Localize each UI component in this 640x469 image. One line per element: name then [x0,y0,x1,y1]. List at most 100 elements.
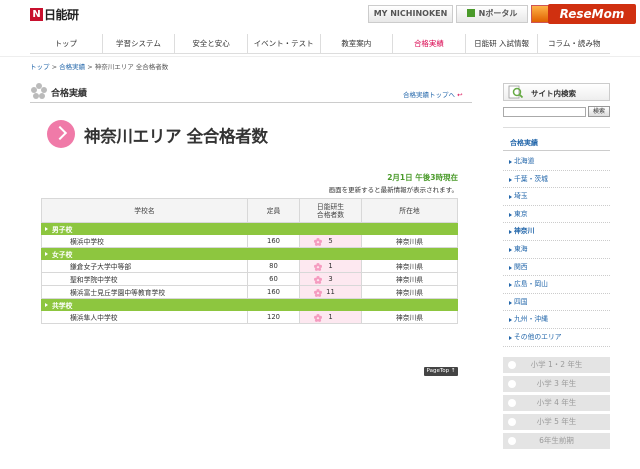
table-header-row: 学校名 定員 日能研生 合格者数 所在地 [41,198,458,223]
school-name-cell[interactable]: 聖和学院中学校 [41,272,248,286]
site-search-button[interactable]: 検索 [588,106,610,117]
grade-item-5[interactable]: 小学 5 年生 [503,414,610,430]
count-cell: 11 [299,285,362,299]
circle-icon [508,399,516,407]
count-cell: 3 [299,272,362,286]
nav-item-events-tests[interactable]: イベント・テスト [248,34,321,53]
school-name-cell[interactable]: 鎌倉女子大学中等部 [41,259,248,273]
count-value: 1 [328,262,333,270]
nav-item-top[interactable]: トップ [30,34,103,53]
n-portal-tab[interactable]: Nポータル [456,5,528,23]
results-top-link[interactable]: 合格実績トップへ ↩ [403,89,463,99]
grade-item-3[interactable]: 小学 3 年生 [503,376,610,392]
breadcrumb-parent-link[interactable]: 合格実績 [59,63,85,71]
triangle-right-icon [509,300,512,305]
area-item-saitama[interactable]: 埼玉 [503,188,610,206]
top-bar: N 日能研 MY NICHINOKEN Nポータル ReseMom [0,0,640,28]
main-nav: トップ 学習システム 安全と安心 イベント・テスト 教室案内 合格実績 日能研 … [30,34,610,54]
capacity-cell: 80 [247,259,300,273]
site-logo[interactable]: N 日能研 [30,8,79,22]
breadcrumb-separator: > [51,63,58,71]
resemom-watermark: ReseMom [548,4,636,24]
count-cell: 1 [299,259,362,273]
grade-label: 小学 1・2 年生 [530,360,583,369]
area-item-kyushu-okinawa[interactable]: 九州・沖縄 [503,311,610,329]
capacity-cell: 120 [247,310,300,324]
breadcrumb-current: 神奈川エリア 全合格者数 [94,63,169,71]
nav-item-exam-info[interactable]: 日能研 入試情報 [466,34,539,53]
col-header-count: 日能研生 合格者数 [299,198,362,223]
area-list: 北海道 千葉・茨城 埼玉 東京 神奈川 東海 関西 広島・岡山 四国 九州・沖縄… [503,153,610,347]
nav-item-classrooms[interactable]: 教室案内 [321,34,394,53]
nav-item-columns[interactable]: コラム・読み物 [538,34,610,53]
area-label: 関西 [514,262,528,271]
triangle-right-icon [509,212,512,217]
my-nichinoken-tab[interactable]: MY NICHINOKEN [368,5,453,23]
page-top-button[interactable]: PageTop ↑ [424,367,458,376]
col-header-count-line1: 日能研生 [316,202,345,211]
count-cell: 1 [299,310,362,324]
flower-icon [31,83,47,99]
results-top-link-label: 合格実績トップへ [403,91,455,99]
triangle-right-icon [509,195,512,200]
triangle-right-icon [509,283,512,288]
group-row-girls: 女子校 [41,247,458,260]
location-cell: 神奈川県 [361,272,458,286]
area-label: 埼玉 [514,192,528,201]
grade-label: 小学 5 年生 [536,417,577,426]
count-value: 5 [328,237,333,245]
count-value: 1 [328,313,333,321]
triangle-right-icon [509,335,512,340]
area-item-tokyo[interactable]: 東京 [503,206,610,224]
nav-divider [0,56,640,57]
area-label: その他のエリア [514,332,562,341]
breadcrumb: トップ > 合格実績 > 神奈川エリア 全合格者数 [30,61,168,71]
school-name-cell[interactable]: 横浜中学校 [41,234,248,248]
grade-label: 6年生前期 [539,436,574,445]
breadcrumb-home-link[interactable]: トップ [30,63,50,71]
table-row: 横浜隼人中学校 120 1 神奈川県 [41,310,458,324]
triangle-right-icon [509,247,512,252]
triangle-right-icon [45,303,48,307]
nav-item-learning-system[interactable]: 学習システム [103,34,176,53]
table-row: 聖和学院中学校 60 3 神奈川県 [41,272,458,286]
triangle-right-icon [45,227,48,231]
school-name-cell[interactable]: 横浜富士見丘学園中等教育学校 [41,285,248,299]
area-item-kanagawa[interactable]: 神奈川 [503,223,610,241]
area-item-tokai[interactable]: 東海 [503,241,610,259]
sidebar-results-heading[interactable]: 合格実績 [510,138,538,148]
group-label: 男子校 [52,225,73,234]
area-label: 広島・岡山 [514,280,548,289]
area-item-chiba-ibaraki[interactable]: 千葉・茨城 [503,171,610,189]
triangle-right-icon [509,177,512,182]
col-header-school-name: 学校名 [41,198,248,223]
portal-icon [466,9,475,17]
count-cell: 5 [299,234,362,248]
area-item-shikoku[interactable]: 四国 [503,294,610,312]
breadcrumb-separator: > [87,63,93,71]
area-item-kansai[interactable]: 関西 [503,259,610,277]
nav-item-safety[interactable]: 安全と安心 [175,34,248,53]
nav-item-results[interactable]: 合格実績 [393,34,466,53]
triangle-right-icon [509,230,512,235]
site-search-input[interactable] [503,107,586,117]
capacity-cell: 60 [247,272,300,286]
grade-item-1-2[interactable]: 小学 1・2 年生 [503,357,610,373]
school-name-cell[interactable]: 横浜隼人中学校 [41,310,248,324]
col-header-location: 所在地 [361,198,458,223]
page-title: 神奈川エリア 全合格者数 [84,127,268,146]
area-item-hokkaido[interactable]: 北海道 [503,153,610,171]
grade-item-6-early[interactable]: 6年生前期 [503,433,610,449]
triangle-right-icon [509,265,512,270]
sakura-icon [314,314,322,322]
circle-icon [508,380,516,388]
table-row: 横浜中学校 160 5 神奈川県 [41,234,458,248]
sakura-icon [314,276,322,284]
site-search-title: サイト内検索 [531,89,576,98]
grade-item-4[interactable]: 小学 4 年生 [503,395,610,411]
count-value: 3 [328,275,333,283]
area-item-hiroshima-okayama[interactable]: 広島・岡山 [503,276,610,294]
sakura-icon [314,238,322,246]
title-arrow-icon [47,120,75,148]
area-item-other[interactable]: その他のエリア [503,329,610,347]
